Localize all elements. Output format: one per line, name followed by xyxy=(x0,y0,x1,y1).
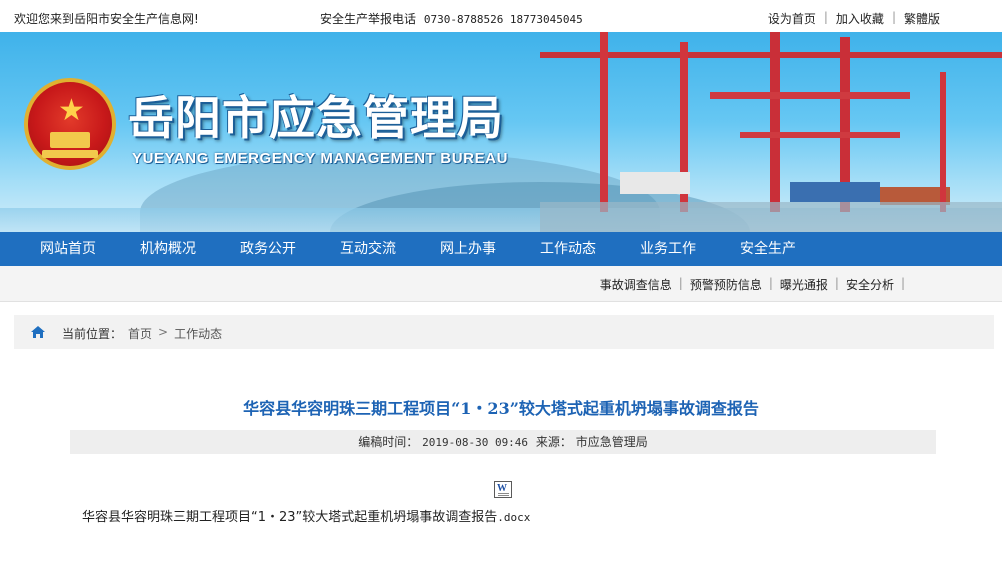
nav-item-home[interactable]: 网站首页 xyxy=(18,232,118,266)
crane-beam xyxy=(740,132,900,138)
link-divider: | xyxy=(823,10,828,24)
nav-item-work-news[interactable]: 工作动态 xyxy=(518,232,618,266)
subnav-safety-analysis[interactable]: 安全分析 xyxy=(846,276,894,293)
dock xyxy=(540,202,1002,232)
nav-item-safety-production[interactable]: 安全生产 xyxy=(718,232,818,266)
nav-item-organization[interactable]: 机构概况 xyxy=(118,232,218,266)
article-meta: 编稿时间： 2019-08-30 09:46 来源： 市应急管理局 xyxy=(70,430,936,454)
breadcrumb: 当前位置： 首页 > 工作动态 xyxy=(14,315,994,349)
attachment-link[interactable]: 华容县华容明珠三期工程项目“1・23”较大塔式起重机坍塌事故调查报告.docx xyxy=(82,506,530,525)
breadcrumb-path: 首页 > 工作动态 xyxy=(128,325,222,342)
link-divider: | xyxy=(891,10,896,24)
hotline-numbers: 0730-8788526 18773045045 xyxy=(423,13,583,26)
subnav-divider: | xyxy=(834,276,839,290)
attachment-extension: .docx xyxy=(497,511,531,524)
national-emblem-icon: ★ xyxy=(24,78,116,170)
sub-nav: 事故调查信息 | 预警预防信息 | 曝光通报 | 安全分析 | xyxy=(0,266,1002,302)
hotline-label: 安全生产举报电话 xyxy=(320,12,417,26)
welcome-text: 欢迎您来到岳阳市安全生产信息网! xyxy=(14,12,199,26)
breadcrumb-home-link[interactable]: 首页 xyxy=(128,325,152,342)
main-nav: 网站首页 机构概况 政务公开 互动交流 网上办事 工作动态 业务工作 安全生产 xyxy=(0,232,1002,266)
set-homepage-link[interactable]: 设为首页 xyxy=(768,10,816,27)
nav-item-online-services[interactable]: 网上办事 xyxy=(418,232,518,266)
attachment-name: 华容县华容明珠三期工程项目“1・23”较大塔式起重机坍塌事故调查报告 xyxy=(82,510,498,525)
port-cranes-image xyxy=(540,32,1002,232)
subnav-accident-investigation[interactable]: 事故调查信息 xyxy=(600,276,672,293)
meta-time-label: 编稿时间： xyxy=(358,435,419,449)
add-favorite-link[interactable]: 加入收藏 xyxy=(836,10,884,27)
tiananmen-shape xyxy=(50,132,90,148)
subnav-divider: | xyxy=(900,276,905,290)
crane-beam xyxy=(710,92,910,99)
home-icon[interactable] xyxy=(30,325,46,339)
subnav-divider: | xyxy=(678,276,683,290)
top-links: 设为首页 | 加入收藏 | 繁體版 xyxy=(768,10,940,27)
article-title: 华容县华容明珠三期工程项目“1・23”较大塔式起重机坍塌事故调查报告 xyxy=(243,399,759,418)
meta-source-label: 来源： xyxy=(535,435,572,449)
doc-line xyxy=(498,495,509,496)
nav-item-interaction[interactable]: 互动交流 xyxy=(318,232,418,266)
container-stack xyxy=(790,182,880,202)
site-title: 岳阳市应急管理局 xyxy=(128,91,504,145)
doc-line xyxy=(498,493,509,494)
subnav-exposure-notice[interactable]: 曝光通报 xyxy=(780,276,828,293)
nav-item-business-work[interactable]: 业务工作 xyxy=(618,232,718,266)
subnav-early-warning[interactable]: 预警预防信息 xyxy=(690,276,762,293)
subnav-divider: | xyxy=(768,276,773,290)
crane-leg xyxy=(940,72,946,212)
breadcrumb-label: 当前位置： xyxy=(62,327,123,341)
chevron-right-icon: > xyxy=(158,325,169,339)
hotline: 安全生产举报电话 0730-8788526 18773045045 xyxy=(320,10,583,27)
crane-cabin xyxy=(620,172,690,194)
emblem-base xyxy=(42,150,98,158)
word-document-icon[interactable]: W xyxy=(494,481,512,498)
site-title-english: YUEYANG EMERGENCY MANAGEMENT BUREAU xyxy=(132,150,509,167)
meta-time: 2019-08-30 09:46 xyxy=(422,436,529,449)
header-banner: ★ 岳阳市应急管理局 YUEYANG EMERGENCY MANAGEMENT … xyxy=(0,32,1002,232)
nav-item-government-affairs[interactable]: 政务公开 xyxy=(218,232,318,266)
meta-source: 市应急管理局 xyxy=(575,435,648,449)
crane-leg xyxy=(600,32,608,212)
sub-nav-links: 事故调查信息 | 预警预防信息 | 曝光通报 | 安全分析 | xyxy=(600,276,912,293)
crane-leg xyxy=(770,32,780,212)
top-bar: 欢迎您来到岳阳市安全生产信息网! 安全生产举报电话 0730-8788526 1… xyxy=(0,0,1002,32)
star-icon: ★ xyxy=(58,93,85,128)
breadcrumb-work-news-link[interactable]: 工作动态 xyxy=(174,325,222,342)
traditional-chinese-link[interactable]: 繁體版 xyxy=(904,10,940,27)
